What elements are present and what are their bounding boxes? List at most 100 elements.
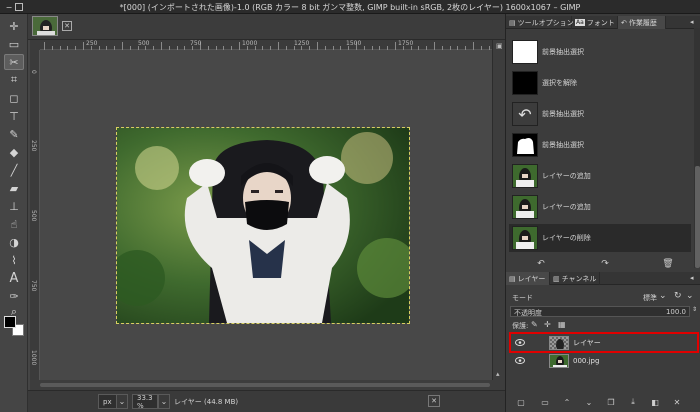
visibility-eye-icon[interactable]	[515, 356, 525, 366]
pick-tool-icon[interactable]: ✎	[4, 126, 24, 142]
ruler-corner[interactable]	[30, 40, 40, 50]
merge-layer-icon[interactable]: ⤓	[626, 396, 640, 408]
right-dock: ▤ ツールオプション Aa フォント ↶ 作業履歴 ◂ 前景抽出選択 選択を解除 ↶ …	[505, 14, 700, 412]
opacity-spin-icon[interactable]: ⇕	[692, 306, 697, 313]
ruler-tick	[434, 42, 435, 50]
tab-layers[interactable]: ▤ レイヤー	[506, 272, 550, 285]
history-thumb-black	[512, 71, 538, 95]
rect-select-tool-icon[interactable]: ▭	[4, 36, 24, 52]
history-item-selected[interactable]: レイヤーの削除	[509, 224, 691, 252]
ruler-tick	[473, 42, 474, 50]
vertical-scrollbar[interactable]: ▣ ▴	[492, 40, 505, 380]
history-item[interactable]: 前景抽出選択	[509, 131, 691, 159]
fg-bg-color-swatch[interactable]	[4, 316, 26, 338]
unit-select[interactable]: px	[98, 394, 118, 409]
duplicate-layer-icon[interactable]: ❐	[604, 396, 618, 408]
mode-label: モード	[512, 294, 533, 302]
scroll-down-icon[interactable]: ▴	[496, 370, 500, 378]
history-item[interactable]: 選択を解除	[509, 69, 691, 97]
horizontal-ruler: 250 500 750 1000 1250 1500 1750	[40, 40, 506, 50]
delete-layer-icon[interactable]: ✕	[670, 396, 684, 408]
new-layer-group-icon[interactable]: ▭	[538, 396, 552, 408]
crop-tool-icon[interactable]: ⌗	[4, 72, 24, 88]
foreground-color[interactable]	[4, 316, 16, 328]
visibility-eye-icon[interactable]	[515, 338, 525, 348]
layer-mask-icon[interactable]: ◧	[648, 396, 662, 408]
undo-button[interactable]: ↶	[534, 258, 548, 270]
text-tool-icon[interactable]: A	[4, 270, 24, 286]
canvas-area[interactable]	[40, 50, 492, 380]
history-item[interactable]: ↶ 前景抽出選択	[509, 100, 691, 128]
dock-menu-icon[interactable]: ◂	[690, 274, 694, 282]
ruler-label: 1000	[30, 350, 37, 366]
mode-reset-dropdown-icon[interactable]: ⌄	[686, 291, 694, 301]
zoom-dropdown-icon[interactable]: ⌄	[158, 394, 170, 409]
history-thumb-photo	[512, 195, 538, 219]
maximize-button[interactable]	[15, 3, 23, 11]
lock-alpha-icon[interactable]: ▦	[558, 320, 566, 329]
layers-icon: ▤	[509, 274, 516, 283]
history-item[interactable]: レイヤーの追加	[509, 193, 691, 221]
tab-channels[interactable]: ▥ チャンネル	[550, 272, 600, 285]
lock-position-icon[interactable]: ✛	[544, 320, 551, 329]
move-tool-icon[interactable]: ✛	[4, 18, 24, 34]
unit-dropdown-icon[interactable]: ⌄	[116, 394, 128, 409]
opacity-slider[interactable]: 不透明度 100.0	[510, 306, 690, 317]
redo-button[interactable]: ↷	[598, 258, 612, 270]
lock-pixels-icon[interactable]: ✎	[531, 320, 538, 329]
color-picker-tool-icon[interactable]: ✑	[4, 288, 24, 304]
bucket-fill-tool-icon[interactable]: ◆	[4, 144, 24, 160]
ruler-tick	[239, 42, 240, 50]
new-layer-icon[interactable]: ▢	[514, 396, 528, 408]
ruler-label: 1250	[294, 40, 310, 47]
tab-undo-history[interactable]: ↶ 作業履歴	[618, 16, 666, 29]
image-tabs: ✕	[28, 14, 505, 40]
layer-thumb-checker	[549, 335, 569, 350]
mode-dropdown-icon[interactable]: ⌄	[659, 291, 667, 301]
clear-history-button[interactable]: 🗑	[661, 258, 675, 270]
image-canvas[interactable]	[116, 127, 410, 324]
layer-row-selected[interactable]: レイヤー	[509, 332, 699, 353]
tool-options-icon: ▤	[509, 18, 516, 27]
tab-fonts[interactable]: Aa フォント	[572, 16, 618, 29]
layer-name: レイヤー	[573, 338, 601, 347]
vertical-ruler: 0 250 500 750 1000	[30, 50, 40, 380]
ruler-label: 250	[30, 140, 37, 152]
horizontal-scrollbar[interactable]	[30, 380, 505, 390]
toolbox: ✛ ▭ ✂ ⌗ ◻ ⊤ ✎ ◆ ╱ ▰ ⊥ ☝ ◑ ⌇ A ✑ ⌕	[0, 14, 28, 412]
dock-top-tabs: ▤ ツールオプション Aa フォント ↶ 作業履歴 ◂	[506, 16, 700, 29]
mode-select[interactable]: 標準	[643, 293, 657, 303]
cancel-icon[interactable]: ✕	[428, 395, 440, 407]
layer-row[interactable]: 000.jpg	[511, 352, 697, 369]
ruler-label: 500	[30, 210, 37, 222]
dodge-tool-icon[interactable]: ◑	[4, 234, 24, 250]
tab-tool-options[interactable]: ▤ ツールオプション	[506, 16, 574, 29]
zoom-select[interactable]: 33.3 %	[132, 394, 158, 410]
raise-layer-icon[interactable]: ⌃	[560, 396, 574, 408]
text-warp-tool-icon[interactable]: ⊤	[4, 108, 24, 124]
dock-menu-icon[interactable]: ◂	[690, 18, 694, 26]
path-tool-icon[interactable]: ⌇	[4, 252, 24, 268]
horizontal-scroll-thumb[interactable]	[40, 383, 490, 387]
lower-layer-icon[interactable]: ⌄	[582, 396, 596, 408]
nav-corner-icon[interactable]: ▣	[496, 42, 503, 50]
history-item[interactable]: 前景抽出選択	[509, 38, 691, 66]
image-tab-thumbnail[interactable]	[32, 16, 58, 36]
ruler-label: 0	[30, 70, 37, 74]
clone-tool-icon[interactable]: ⊥	[4, 198, 24, 214]
foreground-select-tool-icon[interactable]: ✂	[4, 54, 24, 70]
close-tab-icon[interactable]: ✕	[62, 21, 72, 31]
mode-reset-icon[interactable]: ↻	[674, 291, 682, 301]
ruler-label: 250	[86, 40, 98, 47]
eraser-tool-icon[interactable]: ▰	[4, 180, 24, 196]
transform-tool-icon[interactable]: ◻	[4, 90, 24, 106]
history-scrollbar[interactable]	[694, 28, 700, 268]
ruler-tick	[161, 42, 162, 50]
history-scroll-thumb[interactable]	[695, 166, 700, 268]
ruler-tick	[122, 42, 123, 50]
paintbrush-tool-icon[interactable]: ╱	[4, 162, 24, 178]
ruler-tick	[317, 42, 318, 50]
history-item[interactable]: レイヤーの追加	[509, 162, 691, 190]
lock-label: 保護:	[512, 322, 529, 330]
smudge-tool-icon[interactable]: ☝	[4, 216, 24, 232]
